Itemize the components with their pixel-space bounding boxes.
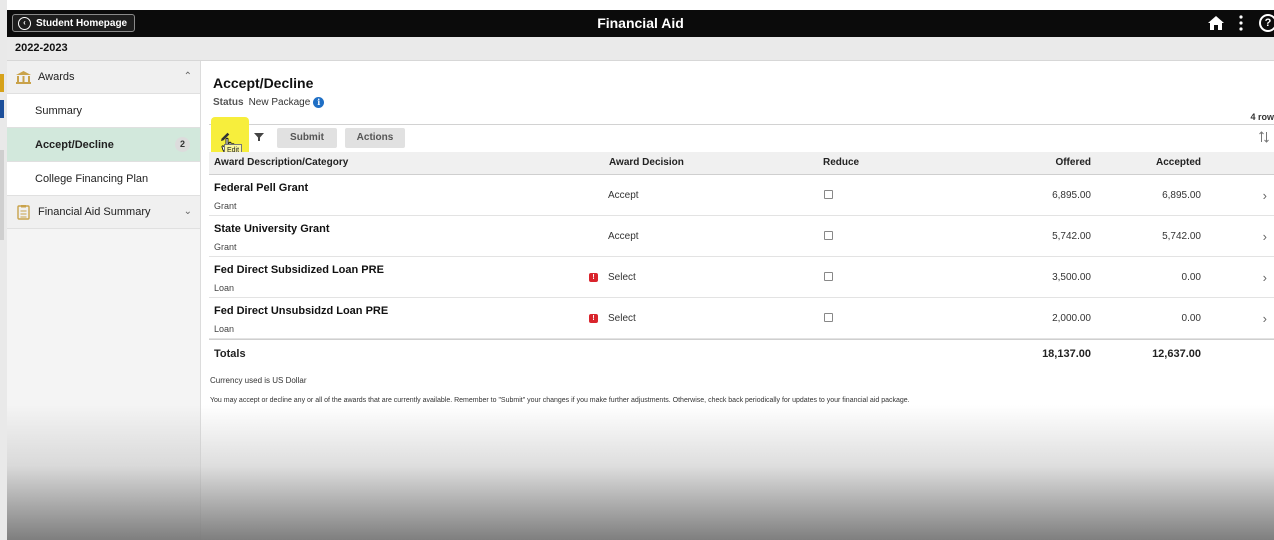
warning-icon: ! — [589, 273, 598, 282]
award-title: Fed Direct Subsidized Loan PRE — [214, 264, 384, 276]
sidebar: Awards ⌃ Summary Accept/Decline 2 Colleg… — [7, 61, 201, 540]
offered-amount: 2,000.00 — [1052, 313, 1091, 324]
status-value: New Package — [248, 97, 311, 108]
chevron-down-icon[interactable]: ⌄ — [184, 206, 192, 217]
chevron-right-icon[interactable]: › — [1263, 229, 1267, 244]
award-decision: Accept — [608, 190, 639, 201]
award-decision-select[interactable]: Select — [608, 313, 636, 324]
award-category: Grant — [214, 201, 237, 211]
award-decision: Accept — [608, 231, 639, 242]
chevron-right-icon[interactable]: › — [1263, 311, 1267, 326]
instructions-text: You may accept or decline any or all of … — [210, 397, 910, 404]
accepted-amount: 5,742.00 — [1162, 231, 1201, 242]
clipboard-icon — [17, 204, 30, 220]
sort-icon[interactable] — [1258, 130, 1270, 144]
page-title-banner: Financial Aid — [597, 15, 684, 31]
filter-icon[interactable] — [251, 129, 267, 145]
table-header: Award Description/Category Award Decisio… — [209, 152, 1274, 175]
sidebar-item-label: Summary — [35, 104, 83, 117]
accepted-amount: 0.00 — [1181, 313, 1201, 324]
home-icon[interactable] — [1207, 15, 1225, 31]
award-category: Grant — [214, 242, 237, 252]
background-window-edge — [0, 0, 7, 540]
table-row[interactable]: State University Grant Grant Accept 5,74… — [209, 216, 1274, 257]
table-row[interactable]: Fed Direct Subsidized Loan PRE Loan ! Se… — [209, 257, 1274, 298]
totals-row: Totals 18,137.00 12,637.00 — [209, 339, 1274, 368]
aid-year: 2022-2023 — [15, 42, 68, 54]
top-banner: ‹ Student Homepage Financial Aid ? — [7, 10, 1274, 37]
total-offered: 18,137.00 — [1042, 348, 1091, 360]
table-row[interactable]: Fed Direct Unsubsidzd Loan PRE Loan ! Se… — [209, 298, 1274, 339]
accepted-amount: 6,895.00 — [1162, 190, 1201, 201]
offered-amount: 5,742.00 — [1052, 231, 1091, 242]
sidebar-item-label: Financial Aid Summary — [38, 206, 151, 218]
sidebar-item-label: College Financing Plan — [35, 172, 149, 185]
count-badge: 2 — [175, 137, 190, 152]
offered-amount: 3,500.00 — [1052, 272, 1091, 283]
awards-table: Award Description/Category Award Decisio… — [209, 152, 1274, 368]
award-decision-select[interactable]: Select — [608, 272, 636, 283]
status-line: Status New Package i — [213, 97, 325, 108]
award-title: Fed Direct Unsubsidzd Loan PRE — [214, 305, 389, 317]
chevron-right-icon[interactable]: › — [1263, 270, 1267, 285]
table-row[interactable]: Federal Pell Grant Grant Accept 6,895.00… — [209, 175, 1274, 216]
info-icon[interactable]: i — [313, 97, 325, 108]
row-count: 4 row — [1250, 112, 1274, 122]
aid-year-bar: 2022-2023 — [7, 37, 1274, 61]
edge-strip — [0, 150, 4, 240]
sidebar-item-label: Awards — [38, 71, 75, 83]
award-title: Federal Pell Grant — [214, 182, 309, 194]
sidebar-item-summary[interactable]: Summary — [7, 94, 200, 128]
help-icon[interactable]: ? — [1259, 14, 1274, 32]
totals-label: Totals — [214, 348, 246, 360]
grid-toolbar: Edit Submit Actions — [209, 117, 1274, 157]
column-header-reduce: Reduce — [823, 157, 860, 168]
status-label: Status — [213, 97, 244, 108]
edge-strip — [0, 74, 4, 92]
sidebar-item-accept-decline[interactable]: Accept/Decline 2 — [7, 128, 200, 162]
reduce-checkbox — [824, 313, 833, 322]
sidebar-item-awards[interactable]: Awards ⌃ — [7, 61, 200, 94]
column-header-description: Award Description/Category — [214, 157, 349, 168]
currency-note: Currency used is US Dollar — [210, 376, 307, 385]
award-category: Loan — [214, 324, 235, 334]
sidebar-item-college-financing-plan[interactable]: College Financing Plan — [7, 162, 200, 196]
bank-icon — [16, 70, 31, 84]
column-header-decision: Award Decision — [609, 157, 684, 168]
warning-icon: ! — [589, 314, 598, 323]
reduce-checkbox — [824, 231, 833, 240]
column-header-offered: Offered — [1055, 157, 1091, 168]
column-header-accepted: Accepted — [1155, 157, 1201, 168]
chevron-right-icon[interactable]: › — [1263, 188, 1267, 203]
reduce-checkbox — [824, 272, 833, 281]
sidebar-item-label: Accept/Decline — [35, 138, 114, 151]
sidebar-item-financial-aid-summary[interactable]: Financial Aid Summary ⌄ — [7, 196, 200, 229]
more-options-icon[interactable] — [1237, 14, 1245, 32]
chevron-up-icon[interactable]: ⌃ — [184, 71, 192, 82]
total-accepted: 12,637.00 — [1152, 348, 1201, 360]
submit-button[interactable]: Submit — [277, 128, 337, 148]
award-title: State University Grant — [214, 223, 330, 235]
accepted-amount: 0.00 — [1181, 272, 1201, 283]
edge-strip — [0, 100, 4, 118]
actions-button[interactable]: Actions — [345, 128, 405, 148]
main-content: Accept/Decline Status New Package i 4 ro… — [200, 61, 1274, 540]
reduce-checkbox — [824, 190, 833, 199]
offered-amount: 6,895.00 — [1052, 190, 1091, 201]
page-title: Accept/Decline — [213, 75, 314, 91]
award-category: Loan — [214, 283, 235, 293]
